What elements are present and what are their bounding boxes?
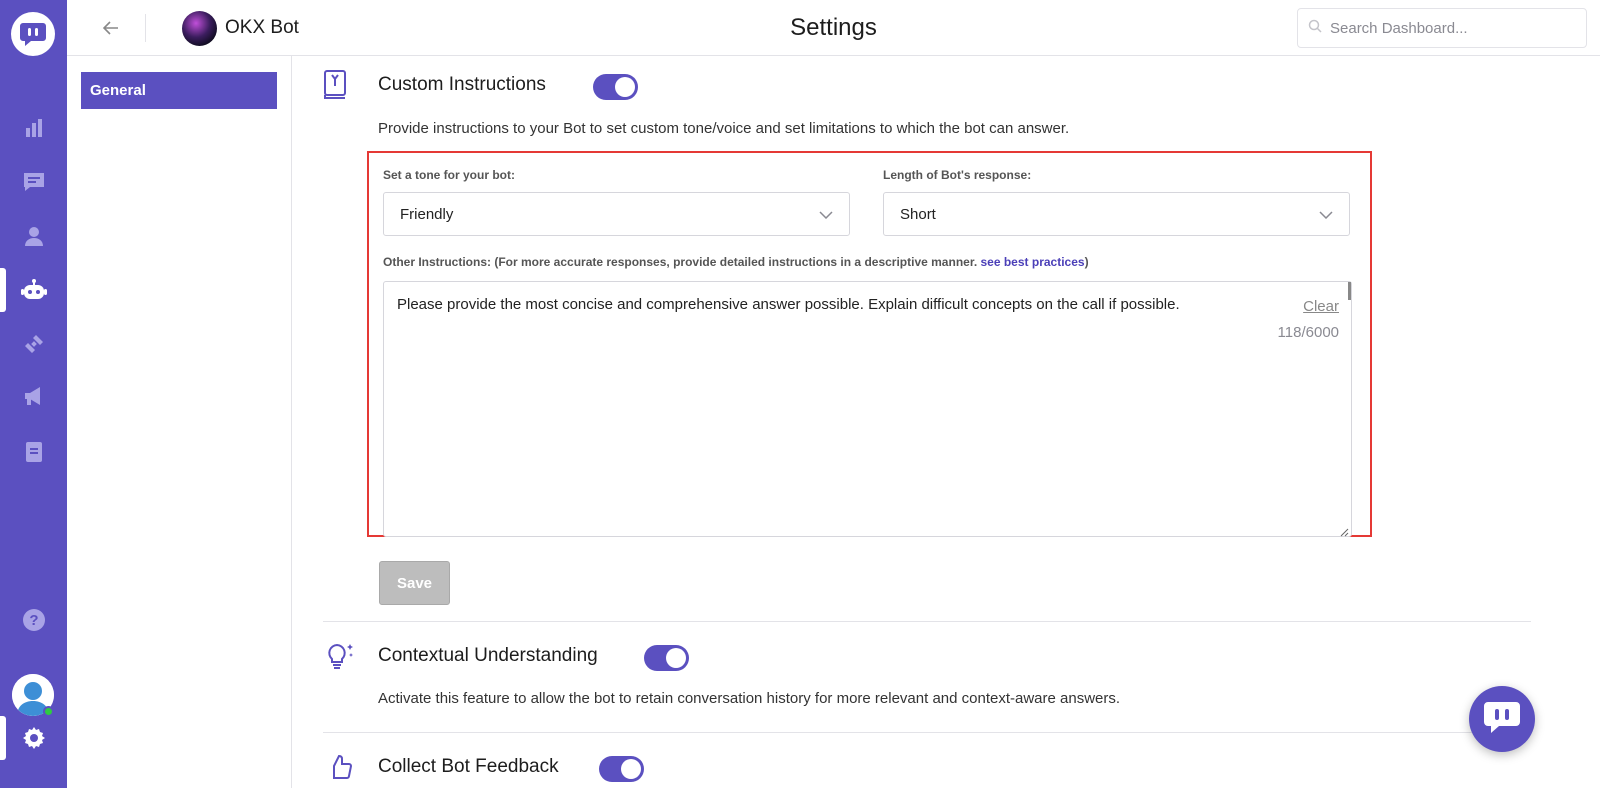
length-select[interactable]: Short (883, 192, 1350, 236)
search-icon (1308, 19, 1322, 38)
lightbulb-sparkle-icon (325, 641, 355, 673)
custom-instructions-panel: Set a tone for your bot: Friendly Length… (367, 151, 1372, 537)
contextual-understanding-title: Contextual Understanding (378, 645, 598, 666)
character-count: 118/6000 (1277, 324, 1339, 341)
help-icon[interactable]: ? (0, 598, 67, 642)
contacts-icon[interactable] (0, 214, 67, 258)
left-nav-rail: ? (0, 0, 67, 788)
app-root: ? OKX Bot Settings General (0, 0, 1600, 788)
knowledge-base-icon[interactable] (0, 430, 67, 474)
clear-button[interactable]: Clear (1303, 298, 1339, 315)
other-instructions-label-suffix: ) (1084, 255, 1089, 269)
collect-feedback-title: Collect Bot Feedback (378, 756, 559, 777)
textarea-scrollbar[interactable] (1348, 282, 1351, 300)
search-input[interactable] (1330, 19, 1560, 37)
custom-instructions-description: Provide instructions to your Bot to set … (378, 120, 1070, 137)
section-divider (323, 621, 1531, 622)
header-divider (145, 14, 146, 42)
length-select-value: Short (900, 205, 936, 223)
instructions-textarea[interactable]: Please provide the most concise and comp… (383, 281, 1352, 537)
resize-handle-icon[interactable] (1339, 524, 1349, 537)
analytics-icon[interactable] (0, 106, 67, 150)
settings-sidebar: General (67, 56, 292, 788)
settings-gear-icon[interactable] (0, 716, 67, 760)
custom-instructions-toggle[interactable] (593, 74, 638, 100)
chat-launcher-button[interactable] (1469, 686, 1535, 752)
tone-select[interactable]: Friendly (383, 192, 850, 236)
bot-avatar (182, 11, 217, 46)
search-box[interactable] (1297, 8, 1587, 48)
tone-label: Set a tone for your bot: (383, 168, 515, 182)
campaigns-icon[interactable] (0, 374, 67, 418)
top-header: OKX Bot Settings (67, 0, 1600, 56)
bot-icon[interactable] (0, 268, 67, 312)
sidebar-item-general[interactable]: General (81, 72, 277, 109)
tone-select-value: Friendly (400, 205, 454, 223)
chevron-down-icon (819, 206, 833, 223)
bot-name: OKX Bot (225, 17, 299, 38)
svg-text:?: ? (29, 612, 38, 629)
settings-main: Custom Instructions Provide instructions… (293, 56, 1600, 788)
length-label: Length of Bot's response: (883, 168, 1032, 182)
integrations-icon[interactable] (0, 322, 67, 366)
save-button[interactable]: Save (379, 561, 450, 605)
messages-icon[interactable] (0, 160, 67, 204)
collect-feedback-toggle[interactable] (599, 756, 644, 782)
custom-instructions-title: Custom Instructions (378, 74, 546, 95)
section-divider (323, 732, 1531, 733)
other-instructions-label: Other Instructions: (For more accurate r… (383, 255, 1089, 269)
chevron-down-icon (1319, 206, 1333, 223)
chat-bubble-icon (1483, 700, 1521, 739)
contextual-understanding-description: Activate this feature to allow the bot t… (378, 690, 1121, 707)
chat-bubble-logo-icon[interactable] (11, 12, 55, 56)
back-arrow-icon[interactable] (97, 14, 125, 42)
best-practices-link[interactable]: see best practices (981, 255, 1085, 269)
instruction-book-icon (323, 69, 353, 101)
instructions-text: Please provide the most concise and comp… (397, 296, 1180, 313)
contextual-understanding-toggle[interactable] (644, 645, 689, 671)
feedback-thumb-icon (325, 752, 355, 784)
other-instructions-label-text: Other Instructions: (For more accurate r… (383, 255, 981, 269)
